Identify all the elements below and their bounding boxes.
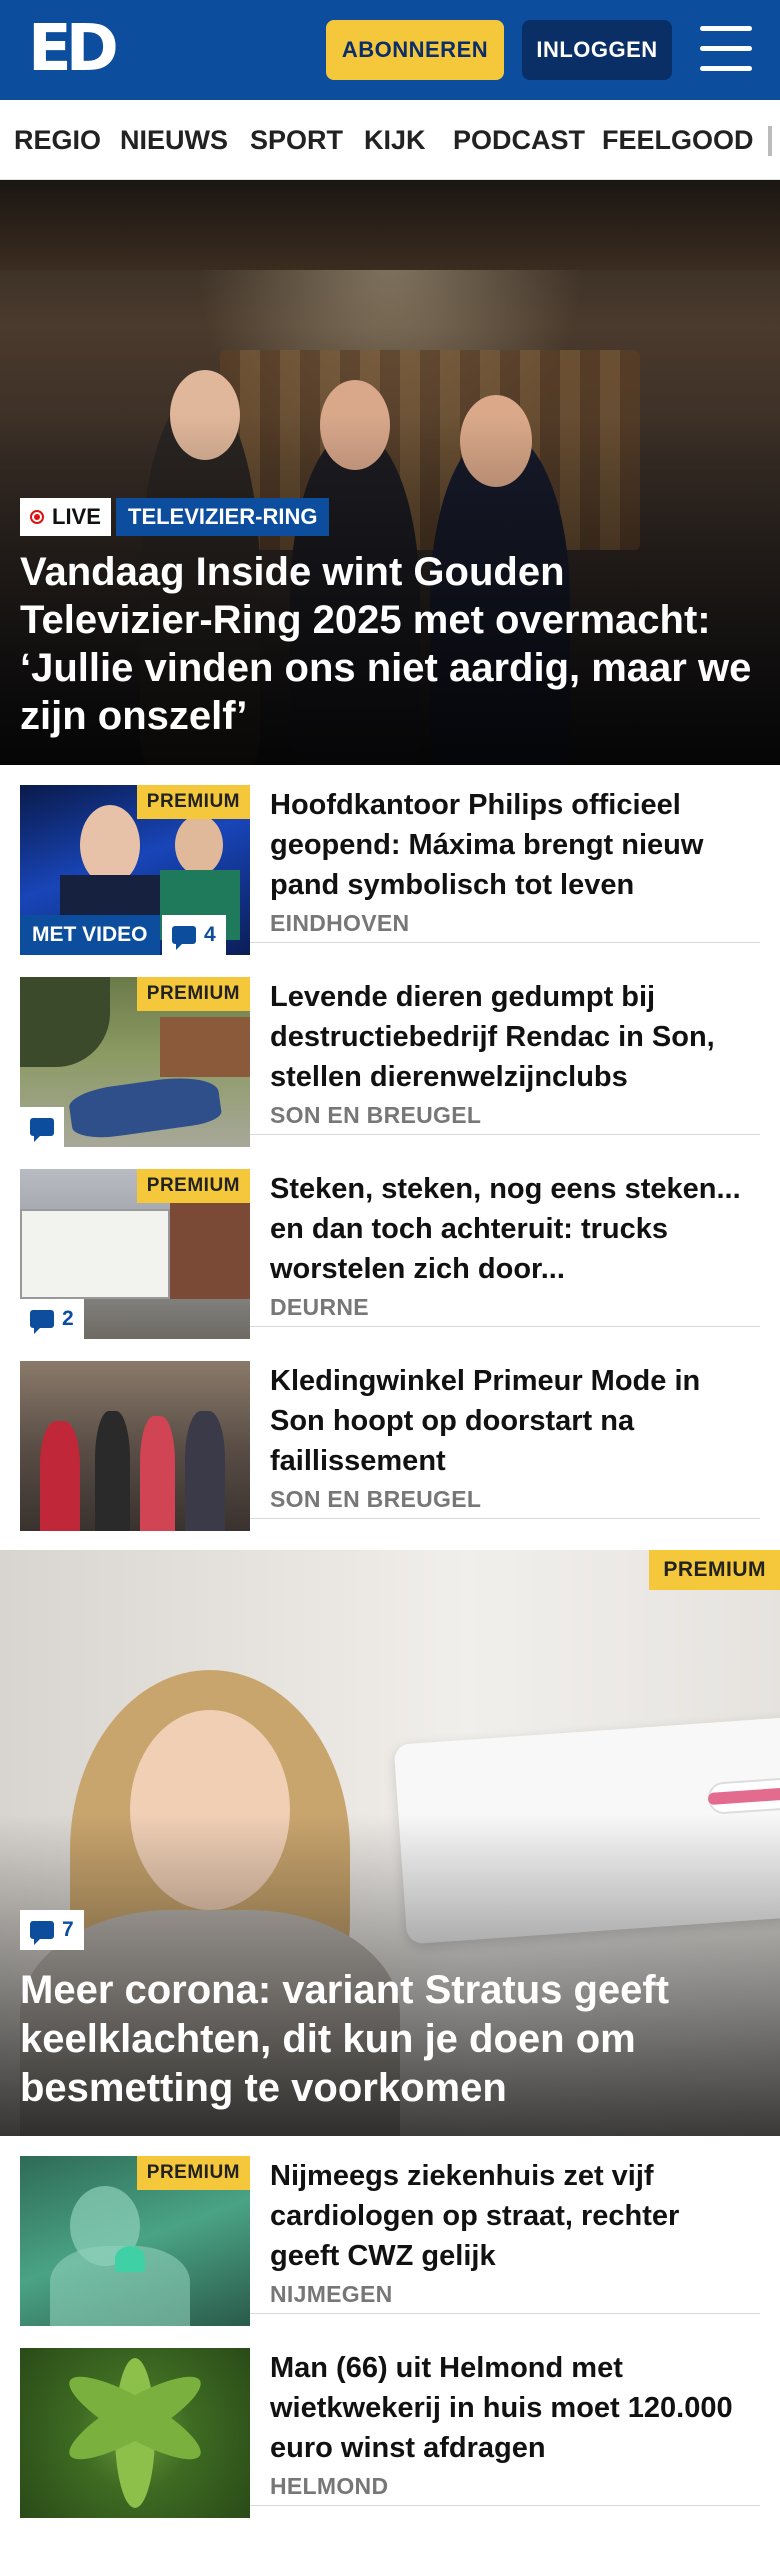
- list-item[interactable]: PREMIUM 2 Steken, steken, nog eens steke…: [20, 1149, 760, 1339]
- premium-badge: PREMIUM: [649, 1550, 780, 1590]
- list-item[interactable]: PREMIUM Nijmeegs ziekenhuis zet vijf car…: [20, 2136, 760, 2326]
- article-location: NIJMEGEN: [270, 2281, 393, 2307]
- thumb-tree: [20, 977, 110, 1067]
- menu-icon[interactable]: [700, 26, 752, 72]
- article-thumbnail: PREMIUM 2: [20, 1169, 250, 1339]
- article-location: HELMOND: [270, 2473, 389, 2499]
- article-thumbnail: PREMIUM MET VIDEO 4: [20, 785, 250, 955]
- top-header: ED ABONNEREN INLOGGEN: [0, 0, 780, 100]
- article-title[interactable]: Steken, steken, nog eens steken... en da…: [270, 1169, 750, 1289]
- thumb-face: [175, 815, 223, 875]
- hero-tag[interactable]: TELEVIZIER-RING: [116, 498, 330, 536]
- nav-item-kijk[interactable]: KIJK: [364, 100, 426, 179]
- comment-count-value: 7: [62, 1918, 74, 1941]
- comment-icon: [30, 1310, 54, 1334]
- subscribe-button[interactable]: ABONNEREN: [326, 20, 504, 80]
- article-thumbnail: [20, 1361, 250, 1531]
- premium-badge: PREMIUM: [136, 2156, 250, 2190]
- article-title[interactable]: Man (66) uit Helmond met wietkwekerij in…: [270, 2348, 750, 2468]
- live-dot-icon: [30, 510, 44, 524]
- comment-count-value: 4: [204, 923, 216, 946]
- heart-icon: [115, 2246, 145, 2272]
- section-nav: REGIO NIEUWS SPORT KIJK PODCAST FEELGOOD: [0, 100, 780, 180]
- article-title[interactable]: Nijmeegs ziekenhuis zet vijf cardiologen…: [270, 2156, 750, 2276]
- thumb-tarp: [67, 1071, 223, 1143]
- comment-icon: [30, 1921, 54, 1945]
- thumb-person: [140, 1416, 175, 1531]
- thumb-person: [95, 1411, 130, 1531]
- comment-icon: [172, 926, 196, 950]
- nav-item-regio[interactable]: REGIO: [14, 100, 101, 179]
- thumb-building: [160, 1017, 250, 1077]
- comment-count[interactable]: [20, 1107, 64, 1147]
- thumb-truck: [20, 1209, 170, 1299]
- list-item[interactable]: PREMIUM Levende dieren gedumpt bij destr…: [20, 957, 760, 1147]
- login-button[interactable]: INLOGGEN: [522, 20, 672, 80]
- video-badge: MET VIDEO: [20, 915, 160, 955]
- comment-count[interactable]: 4: [162, 915, 226, 955]
- nav-item-feelgood[interactable]: FEELGOOD: [602, 100, 754, 179]
- comment-count[interactable]: 2: [20, 1299, 84, 1339]
- live-badge: LIVE: [20, 498, 111, 536]
- comment-count[interactable]: 7: [20, 1910, 84, 1950]
- featured-title[interactable]: Meer corona: variant Stratus geeft keelk…: [20, 1966, 760, 2113]
- premium-badge: PREMIUM: [136, 977, 250, 1011]
- comment-count-value: 2: [62, 1307, 74, 1330]
- thumb-face: [80, 805, 140, 885]
- article-location: EINDHOVEN: [270, 910, 410, 936]
- hero-title[interactable]: Vandaag Inside wint Gouden Televizier-Ri…: [20, 548, 760, 740]
- article-title[interactable]: Kledingwinkel Primeur Mode in Son hoopt …: [270, 1361, 750, 1481]
- article-location: DEURNE: [270, 1294, 369, 1320]
- list-item[interactable]: PREMIUM MET VIDEO 4 Hoofdkantoor Philips…: [20, 765, 760, 955]
- thumb-house: [170, 1199, 250, 1299]
- article-thumbnail: [20, 2348, 250, 2518]
- nav-item-sport[interactable]: SPORT: [250, 100, 343, 179]
- nav-item-nieuws[interactable]: NIEUWS: [120, 100, 228, 179]
- article-thumbnail: PREMIUM: [20, 2156, 250, 2326]
- nav-item-podcast[interactable]: PODCAST: [453, 100, 585, 179]
- article-title[interactable]: Hoofdkantoor Philips officieel geopend: …: [270, 785, 750, 905]
- article-thumbnail: PREMIUM: [20, 977, 250, 1147]
- nav-overflow-indicator: [768, 126, 772, 156]
- article-title[interactable]: Levende dieren gedumpt bij destructiebed…: [270, 977, 750, 1097]
- list-item[interactable]: Man (66) uit Helmond met wietkwekerij in…: [20, 2328, 760, 2518]
- thumb-person: [40, 1421, 80, 1531]
- comment-icon: [30, 1118, 54, 1142]
- premium-badge: PREMIUM: [136, 785, 250, 819]
- article-location: SON EN BREUGEL: [270, 1486, 482, 1512]
- live-label: LIVE: [52, 504, 101, 529]
- premium-badge: PREMIUM: [136, 1169, 250, 1203]
- list-item[interactable]: Kledingwinkel Primeur Mode in Son hoopt …: [20, 1341, 760, 1531]
- thumb-person: [185, 1411, 225, 1531]
- ed-logo[interactable]: ED: [28, 17, 119, 81]
- article-location: SON EN BREUGEL: [270, 1102, 482, 1128]
